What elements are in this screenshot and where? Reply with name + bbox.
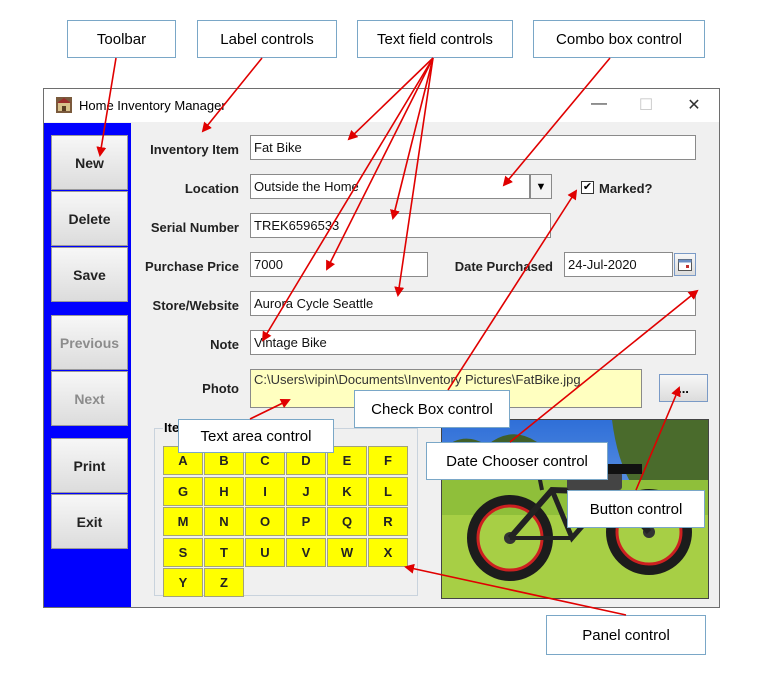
- letter-key-r[interactable]: R: [368, 507, 408, 536]
- letter-key-v[interactable]: V: [286, 537, 326, 567]
- calendar-icon[interactable]: [674, 253, 696, 276]
- letter-key-m[interactable]: M: [163, 507, 203, 536]
- app-window: Home Inventory Manager — ☐ ✕ New Delete …: [43, 88, 720, 608]
- window-title: Home Inventory Manager: [79, 98, 226, 113]
- toolbar: New Delete Save Previous Next Print Exit: [44, 123, 131, 607]
- callout-combo-box-control: Combo box control: [533, 20, 705, 58]
- callout-panel-control: Panel control: [546, 615, 706, 655]
- previous-button[interactable]: Previous: [51, 315, 128, 370]
- letter-key-g[interactable]: G: [163, 476, 203, 506]
- letter-key-n[interactable]: N: [204, 507, 244, 536]
- exit-button[interactable]: Exit: [51, 494, 128, 549]
- letter-key-s[interactable]: S: [163, 537, 203, 567]
- next-button[interactable]: Next: [51, 371, 128, 426]
- letter-key-y[interactable]: Y: [163, 568, 203, 597]
- letter-key-z[interactable]: Z: [204, 568, 244, 597]
- letter-key-p[interactable]: P: [286, 507, 326, 536]
- callout-date-chooser-control: Date Chooser control: [426, 442, 608, 480]
- letter-key-i[interactable]: I: [245, 476, 285, 506]
- letter-key-h[interactable]: H: [204, 476, 244, 506]
- callout-check-box-control: Check Box control: [354, 390, 510, 428]
- letter-key-x[interactable]: X: [368, 537, 408, 567]
- date-purchased-label: Date Purchased: [454, 259, 553, 274]
- new-button[interactable]: New: [51, 135, 128, 190]
- purchase-price-field[interactable]: 7000: [250, 252, 428, 277]
- callout-text-area-control: Text area control: [178, 419, 334, 453]
- item-search-panel: Ite ABCDEFGHIJKLMNOPQRSTUVWXYZ: [154, 420, 418, 597]
- marked-checkbox[interactable]: ✔: [581, 181, 594, 194]
- marked-label: Marked?: [599, 181, 653, 196]
- minimize-icon[interactable]: —: [589, 95, 609, 115]
- print-button[interactable]: Print: [51, 438, 128, 493]
- location-label: Location: [184, 181, 239, 196]
- letter-key-u[interactable]: U: [245, 537, 285, 567]
- store-website-label: Store/Website: [152, 298, 239, 313]
- maximize-icon[interactable]: ☐: [636, 95, 656, 115]
- note-label: Note: [210, 337, 239, 352]
- location-combo[interactable]: Outside the Home: [250, 174, 530, 199]
- letter-key-l[interactable]: L: [368, 476, 408, 506]
- save-button[interactable]: Save: [51, 247, 128, 302]
- purchase-price-label: Purchase Price: [145, 259, 239, 274]
- callout-label-controls: Label controls: [197, 20, 337, 58]
- letter-key-q[interactable]: Q: [327, 507, 367, 536]
- callout-toolbar: Toolbar: [67, 20, 176, 58]
- close-icon[interactable]: ✕: [684, 95, 704, 115]
- letter-key-o[interactable]: O: [245, 507, 285, 536]
- photo-browse-button[interactable]: ...: [659, 374, 708, 402]
- inventory-item-field[interactable]: Fat Bike: [250, 135, 696, 160]
- serial-number-field[interactable]: TREK6596533: [250, 213, 551, 238]
- callout-button-control: Button control: [567, 490, 705, 528]
- store-website-field[interactable]: Aurora Cycle Seattle: [250, 291, 696, 316]
- note-field[interactable]: Vintage Bike: [250, 330, 696, 355]
- letter-key-f[interactable]: F: [368, 446, 408, 475]
- letter-key-t[interactable]: T: [204, 537, 244, 567]
- letter-key-w[interactable]: W: [327, 537, 367, 567]
- delete-button[interactable]: Delete: [51, 191, 128, 246]
- serial-number-label: Serial Number: [150, 220, 239, 235]
- letter-key-k[interactable]: K: [327, 476, 367, 506]
- form-area: Inventory Item Fat Bike Location Outside…: [132, 123, 719, 607]
- photo-label: Photo: [202, 381, 239, 396]
- letter-key-j[interactable]: J: [286, 476, 326, 506]
- inventory-item-label: Inventory Item: [150, 142, 239, 157]
- chevron-down-icon[interactable]: ▼: [530, 174, 552, 199]
- app-icon: [56, 97, 72, 113]
- title-bar: Home Inventory Manager — ☐ ✕: [44, 89, 719, 122]
- date-purchased-field[interactable]: 24-Jul-2020: [564, 252, 673, 277]
- callout-text-field-controls: Text field controls: [357, 20, 513, 58]
